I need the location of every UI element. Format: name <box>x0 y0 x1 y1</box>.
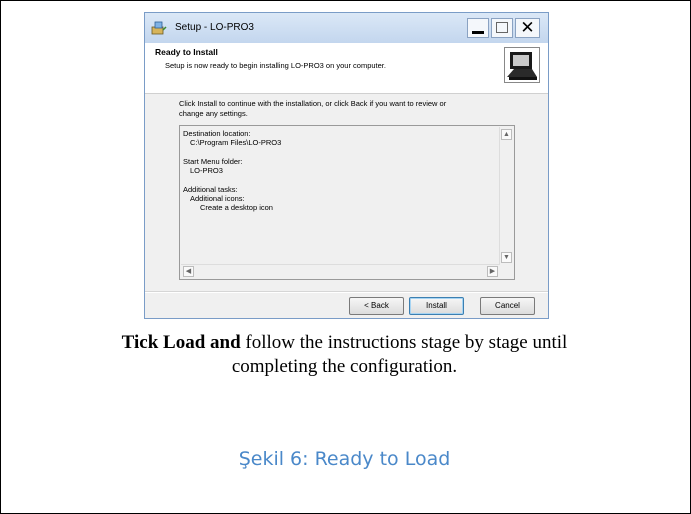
window-title: Setup - LO-PRO3 <box>175 22 254 33</box>
maximize-button[interactable] <box>491 18 513 38</box>
intro-line-1: Click Install to continue with the insta… <box>179 99 447 108</box>
horizontal-scrollbar[interactable]: ◀ ▶ <box>181 264 500 278</box>
intro-line-2: change any settings. <box>179 109 248 118</box>
summary-memo[interactable]: Destination location: C:\Program Files\L… <box>179 125 515 280</box>
start-menu-value: LO-PRO3 <box>190 166 223 175</box>
intro-text: Click Install to continue with the insta… <box>179 99 519 119</box>
minimize-icon <box>472 31 484 34</box>
close-button[interactable]: ✕ <box>515 18 540 38</box>
setup-app-icon <box>151 21 167 35</box>
scroll-down-icon[interactable]: ▼ <box>501 252 512 263</box>
wizard-header: Ready to Install Setup is now ready to b… <box>145 43 548 94</box>
cancel-button[interactable]: Cancel <box>480 297 535 315</box>
close-icon: ✕ <box>520 18 535 38</box>
tasks-item: Create a desktop icon <box>200 203 273 212</box>
instruction-paragraph: Tick Load and follow the instructions st… <box>0 331 689 379</box>
maximize-icon <box>496 22 508 33</box>
title-bar[interactable]: Setup - LO-PRO3 ✕ <box>145 13 548 44</box>
install-button[interactable]: Install <box>409 297 464 315</box>
computer-install-icon <box>504 47 540 83</box>
instruction-bold: Tick Load and <box>121 332 241 353</box>
instruction-line-2: completing the configuration. <box>231 356 458 377</box>
setup-dialog: Setup - LO-PRO3 ✕ Ready to Install Setup… <box>144 12 549 319</box>
back-button[interactable]: < Back <box>349 297 404 315</box>
destination-value: C:\Program Files\LO-PRO3 <box>190 138 282 147</box>
instruction-rest: follow the instructions stage by stage u… <box>240 332 568 353</box>
instruction-line-1: Tick Load and follow the instructions st… <box>0 331 689 355</box>
page-subtitle: Setup is now ready to begin installing L… <box>165 61 386 70</box>
page-title: Ready to Install <box>155 47 218 57</box>
scroll-right-icon[interactable]: ▶ <box>487 266 498 277</box>
minimize-button[interactable] <box>467 18 489 38</box>
scroll-up-icon[interactable]: ▲ <box>501 129 512 140</box>
figure-caption: Şekil 6: Ready to Load <box>238 448 451 470</box>
button-separator <box>145 291 548 293</box>
vertical-scrollbar[interactable]: ▲ ▼ <box>499 127 513 265</box>
scroll-left-icon[interactable]: ◀ <box>183 266 194 277</box>
